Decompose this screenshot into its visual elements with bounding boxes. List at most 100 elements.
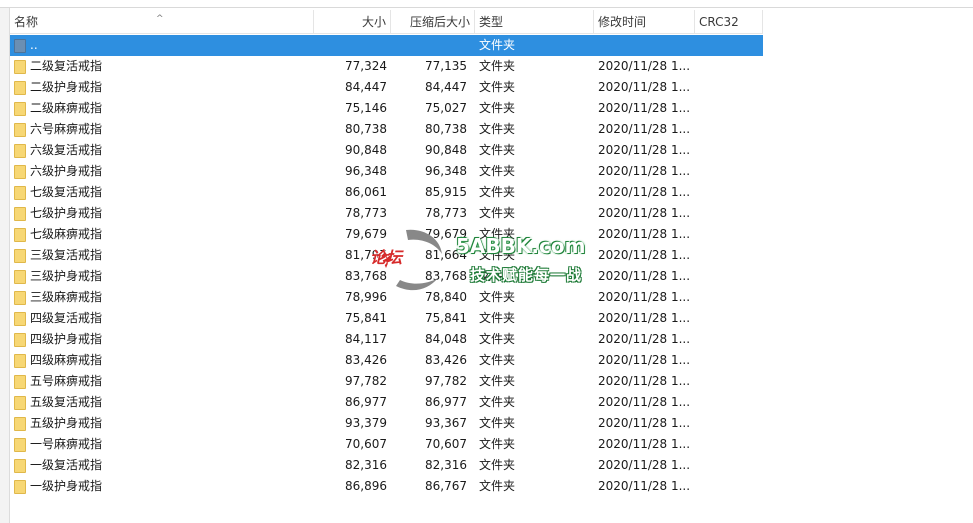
file-modified: 2020/11/28 1...	[598, 332, 690, 346]
column-header: 名称 ^ 大小 压缩后大小 类型 修改时间 CRC32	[10, 10, 763, 34]
file-name: 三级护身戒指	[30, 269, 103, 283]
file-row[interactable]: 六级复活戒指 90,848 90,848 文件夹 2020/11/28 1...	[10, 140, 763, 161]
file-packed-size: 86,977	[425, 395, 467, 409]
file-packed-size: 75,841	[425, 311, 467, 325]
file-size: 75,841	[345, 311, 387, 325]
column-packed-label: 压缩后大小	[409, 15, 470, 29]
file-size: 86,061	[345, 185, 387, 199]
file-name: 二级麻痹戒指	[30, 101, 103, 115]
file-row[interactable]: 一号麻痹戒指 70,607 70,607 文件夹 2020/11/28 1...	[10, 434, 763, 455]
file-type: 文件夹	[479, 395, 516, 409]
file-modified: 2020/11/28 1...	[598, 164, 690, 178]
file-modified: 2020/11/28 1...	[598, 101, 690, 115]
file-size: 97,782	[345, 374, 387, 388]
file-packed-size: 97,782	[425, 374, 467, 388]
parent-folder-row[interactable]: .. 文件夹	[10, 35, 763, 56]
file-row[interactable]: 一级护身戒指 86,896 86,767 文件夹 2020/11/28 1...	[10, 476, 763, 497]
column-modified-header[interactable]: 修改时间	[594, 10, 695, 34]
file-name: 四级复活戒指	[30, 311, 103, 325]
file-size: 82,316	[345, 458, 387, 472]
file-name: 四级麻痹戒指	[30, 353, 103, 367]
file-row[interactable]: 二级护身戒指 84,447 84,447 文件夹 2020/11/28 1...	[10, 77, 763, 98]
file-row[interactable]: 四级护身戒指 84,117 84,048 文件夹 2020/11/28 1...	[10, 329, 763, 350]
file-name: 五号麻痹戒指	[30, 374, 103, 388]
file-name: 一号麻痹戒指	[30, 437, 103, 451]
file-size: 75,146	[345, 101, 387, 115]
file-type: 文件夹	[479, 458, 516, 472]
file-name: 七级护身戒指	[30, 206, 103, 220]
file-row[interactable]: 五级复活戒指 86,977 86,977 文件夹 2020/11/28 1...	[10, 392, 763, 413]
file-row[interactable]: 五级护身戒指 93,379 93,367 文件夹 2020/11/28 1...	[10, 413, 763, 434]
file-size: 80,738	[345, 122, 387, 136]
file-modified: 2020/11/28 1...	[598, 416, 690, 430]
file-name: 六级复活戒指	[30, 143, 103, 157]
file-modified: 2020/11/28 1...	[598, 206, 690, 220]
file-packed-size: 85,915	[425, 185, 467, 199]
file-modified: 2020/11/28 1...	[598, 248, 690, 262]
file-type: 文件夹	[479, 332, 516, 346]
file-size: 93,379	[345, 416, 387, 430]
file-packed-size: 90,848	[425, 143, 467, 157]
column-size-label: 大小	[361, 15, 386, 29]
file-name: 二级护身戒指	[30, 80, 103, 94]
column-modified-label: 修改时间	[598, 15, 647, 29]
file-name: 一级护身戒指	[30, 479, 103, 493]
file-type: 文件夹	[479, 416, 516, 430]
logo-text: 论坛	[370, 248, 403, 267]
file-packed-size: 70,607	[425, 437, 467, 451]
watermark: 论坛 5ABBK.com 技术赋能每一战	[358, 220, 608, 300]
file-row[interactable]: 七级复活戒指 86,061 85,915 文件夹 2020/11/28 1...	[10, 182, 763, 203]
file-modified: 2020/11/28 1...	[598, 185, 690, 199]
file-name: 六号麻痹戒指	[30, 122, 103, 136]
file-row[interactable]: 一级复活戒指 82,316 82,316 文件夹 2020/11/28 1...	[10, 455, 763, 476]
file-type: 文件夹	[479, 437, 516, 451]
sort-ascending-icon: ^	[156, 14, 164, 24]
file-size: 84,117	[345, 332, 387, 346]
file-row[interactable]: 五号麻痹戒指 97,782 97,782 文件夹 2020/11/28 1...	[10, 371, 763, 392]
file-size: 90,848	[345, 143, 387, 157]
file-name: 五级复活戒指	[30, 395, 103, 409]
file-modified: 2020/11/28 1...	[598, 269, 690, 283]
file-modified: 2020/11/28 1...	[598, 374, 690, 388]
file-packed-size: 77,135	[425, 59, 467, 73]
file-modified: 2020/11/28 1...	[598, 80, 690, 94]
file-size: 84,447	[345, 80, 387, 94]
file-row[interactable]: 二级麻痹戒指 75,146 75,027 文件夹 2020/11/28 1...	[10, 98, 763, 119]
file-row[interactable]: 二级复活戒指 77,324 77,135 文件夹 2020/11/28 1...	[10, 56, 763, 77]
column-packed-header[interactable]: 压缩后大小	[391, 10, 475, 34]
column-crc-header[interactable]: CRC32	[695, 10, 763, 34]
file-packed-size: 86,767	[425, 479, 467, 493]
file-row[interactable]: 四级复活戒指 75,841 75,841 文件夹 2020/11/28 1...	[10, 308, 763, 329]
file-size: 77,324	[345, 59, 387, 73]
file-modified: 2020/11/28 1...	[598, 59, 690, 73]
file-packed-size: 82,316	[425, 458, 467, 472]
file-packed-size: 75,027	[425, 101, 467, 115]
column-size-header[interactable]: 大小	[314, 10, 391, 34]
file-type: 文件夹	[479, 374, 516, 388]
file-packed-size: 80,738	[425, 122, 467, 136]
file-modified: 2020/11/28 1...	[598, 437, 690, 451]
column-type-header[interactable]: 类型	[475, 10, 594, 34]
file-name: 五级护身戒指	[30, 416, 103, 430]
file-size: 86,977	[345, 395, 387, 409]
file-modified: 2020/11/28 1...	[598, 395, 690, 409]
file-type: 文件夹	[479, 185, 516, 199]
file-modified: 2020/11/28 1...	[598, 458, 690, 472]
file-type: 文件夹	[479, 80, 516, 94]
file-row[interactable]: 六号麻痹戒指 80,738 80,738 文件夹 2020/11/28 1...	[10, 119, 763, 140]
file-name: 二级复活戒指	[30, 59, 103, 73]
column-name-header[interactable]: 名称 ^	[10, 10, 314, 34]
file-modified: 2020/11/28 1...	[598, 122, 690, 136]
file-modified: 2020/11/28 1...	[598, 227, 690, 241]
file-size: 96,348	[345, 164, 387, 178]
column-type-label: 类型	[479, 15, 504, 29]
file-name: 四级护身戒指	[30, 332, 103, 346]
file-packed-size: 84,048	[425, 332, 467, 346]
file-type: 文件夹	[479, 164, 516, 178]
file-type: 文件夹	[479, 143, 516, 157]
file-name: 一级复活戒指	[30, 458, 103, 472]
file-row[interactable]: 四级麻痹戒指 83,426 83,426 文件夹 2020/11/28 1...	[10, 350, 763, 371]
file-name: 三级麻痹戒指	[30, 290, 103, 304]
file-size: 86,896	[345, 479, 387, 493]
file-row[interactable]: 六级护身戒指 96,348 96,348 文件夹 2020/11/28 1...	[10, 161, 763, 182]
